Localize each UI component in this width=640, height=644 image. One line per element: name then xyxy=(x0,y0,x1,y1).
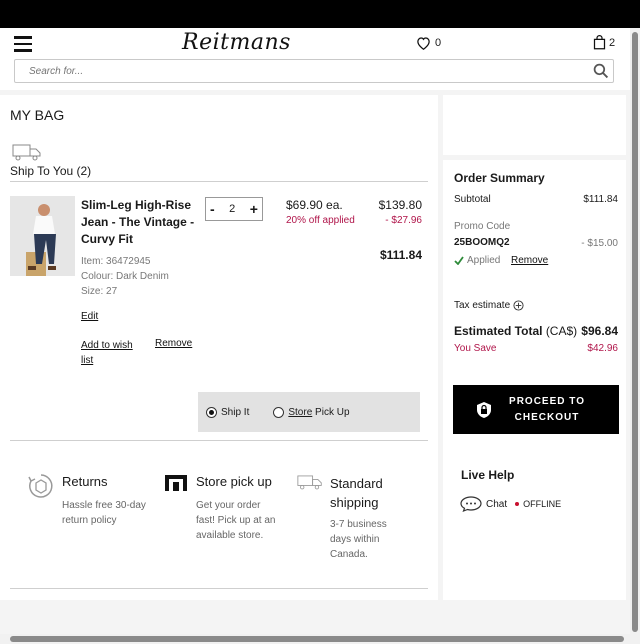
store-link[interactable]: Store xyxy=(288,407,312,418)
proceed-label: PROCEED TO CHECKOUT xyxy=(509,395,585,423)
section-divider xyxy=(10,181,428,182)
standard-shipping-title: Standard shipping xyxy=(330,476,383,510)
quantity-decrease-button[interactable]: - xyxy=(210,201,215,217)
tax-estimate-label: Tax estimate xyxy=(454,300,511,311)
you-save-label: You Save xyxy=(454,343,497,354)
radio-selected-icon xyxy=(206,406,217,418)
quantity-stepper: - 2 + xyxy=(205,197,263,221)
search-input[interactable] xyxy=(15,61,613,81)
shopping-bag-icon xyxy=(593,35,606,50)
store-pick-up-radio[interactable]: Store Pick Up xyxy=(273,406,350,418)
chat-label: Chat xyxy=(486,498,508,510)
horizontal-scroll-thumb[interactable] xyxy=(10,636,624,642)
page-title: MY BAG xyxy=(10,107,65,123)
menu-icon[interactable] xyxy=(14,36,32,52)
line-discount: - $27.96 xyxy=(385,215,422,226)
subtotal-value: $111.84 xyxy=(583,194,618,205)
pick-up-label: Pick Up xyxy=(315,406,350,418)
promo-applied-status: Applied xyxy=(454,255,500,266)
original-line-price: $139.80 xyxy=(378,198,422,212)
bag-button[interactable]: 2 xyxy=(593,35,615,50)
product-size: Size: 27 xyxy=(81,286,118,297)
subtotal-label: Subtotal xyxy=(454,194,491,205)
standard-shipping-text: 3-7 business days within Canada. xyxy=(330,519,387,560)
returns-title: Returns xyxy=(62,474,108,489)
promo-code-value: 25BOOMQ2 xyxy=(454,237,510,248)
currency-label: (CA$) xyxy=(545,324,578,338)
site-header: Reitmans 0 2 xyxy=(0,28,630,90)
line-total: $111.84 xyxy=(379,248,422,262)
search-icon[interactable] xyxy=(593,63,609,79)
returns-text: Hassle free 30-day return policy xyxy=(62,500,146,526)
browser-top-bar xyxy=(0,0,640,28)
estimated-total-label: Estimated Total xyxy=(454,324,543,338)
order-summary-title: Order Summary xyxy=(454,171,545,185)
brand-logo[interactable]: Reitmans xyxy=(182,30,291,55)
store-pick-up-title: Store pick up xyxy=(196,474,272,489)
live-help-title: Live Help xyxy=(461,468,515,482)
promo-discount-value: - $15.00 xyxy=(581,238,618,249)
applied-label: Applied xyxy=(467,255,501,266)
unit-price: $69.90 ea. xyxy=(286,198,343,212)
returns-icon xyxy=(28,474,53,498)
tax-estimate[interactable]: Tax estimate xyxy=(454,300,524,311)
offline-status-dot xyxy=(515,502,520,506)
store-pick-up-text: Get your order fast! Pick up at an avail… xyxy=(196,500,276,541)
lock-icon xyxy=(477,401,491,418)
discount-label: 20% off applied xyxy=(286,215,355,226)
remove-item-link[interactable]: Remove xyxy=(155,338,192,349)
summary-spacer-panel xyxy=(443,95,626,155)
ship-it-radio[interactable]: Ship It xyxy=(206,406,250,418)
bag-count: 2 xyxy=(609,36,616,49)
product-colour: Colour: Dark Denim xyxy=(81,271,169,282)
model-illustration xyxy=(10,196,75,276)
chat-bubble-icon xyxy=(460,496,482,512)
search-bar xyxy=(14,59,614,83)
chat-status: OFFLINE xyxy=(523,499,562,509)
edit-link[interactable]: Edit xyxy=(81,311,98,322)
remove-promo-link[interactable]: Remove xyxy=(511,255,548,266)
heart-icon xyxy=(417,37,430,50)
product-name[interactable]: Slim-Leg High-Rise Jean - The Vintage - … xyxy=(81,197,197,248)
vertical-scroll-thumb[interactable] xyxy=(632,32,638,632)
product-image[interactable] xyxy=(10,196,75,276)
shipping-truck-icon xyxy=(297,475,322,490)
estimated-total-value: $96.84 xyxy=(581,324,618,338)
proceed-to-checkout-button[interactable]: PROCEED TO CHECKOUT xyxy=(453,385,619,434)
chat-button[interactable]: Chat OFFLINE xyxy=(460,496,561,512)
radio-unselected-icon xyxy=(273,406,285,418)
wishlist-count: 0 xyxy=(435,37,442,49)
truck-icon xyxy=(12,144,41,161)
product-item-number: Item: 36472945 xyxy=(81,256,151,267)
fulfillment-options: Ship It Store Pick Up xyxy=(198,392,420,432)
section-divider xyxy=(10,440,428,441)
quantity-value[interactable]: 2 xyxy=(229,203,235,215)
ship-to-you-heading: Ship To You (2) xyxy=(10,164,92,178)
estimated-total-label-group: Estimated Total (CA$) xyxy=(454,324,577,338)
plus-circle-icon[interactable] xyxy=(513,300,524,311)
promo-code-label: Promo Code xyxy=(454,221,511,232)
you-save-value: $42.96 xyxy=(587,343,618,354)
store-icon xyxy=(165,475,187,491)
ship-it-label: Ship It xyxy=(221,406,250,418)
add-to-wishlist-link[interactable]: Add to wish list xyxy=(81,338,143,368)
section-divider xyxy=(10,588,428,589)
checkmark-icon xyxy=(454,256,464,265)
quantity-increase-button[interactable]: + xyxy=(250,201,258,217)
wishlist-button[interactable]: 0 xyxy=(416,36,441,50)
